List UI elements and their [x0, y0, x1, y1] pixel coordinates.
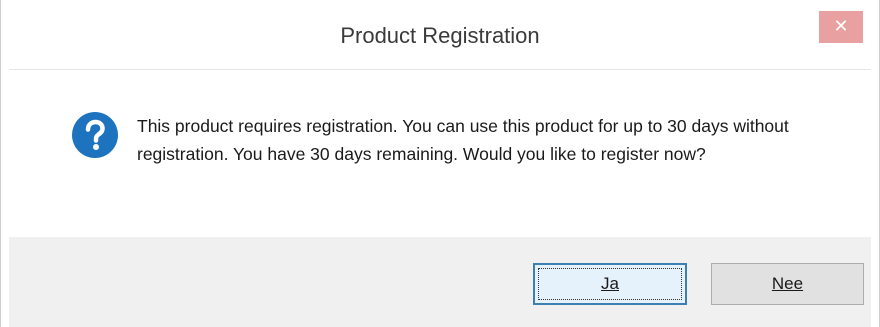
message-text: This product requires registration. You …: [137, 116, 789, 164]
focus-rectangle: [538, 268, 682, 300]
question-icon: [72, 112, 118, 158]
button-bar: Ja Nee: [9, 237, 871, 327]
no-button-label: Nee: [771, 274, 804, 293]
dialog-window: Product Registration ✕ This product requ…: [0, 0, 880, 327]
no-button[interactable]: Nee: [711, 263, 864, 305]
close-button[interactable]: ✕: [819, 11, 863, 43]
yes-button[interactable]: Ja: [533, 263, 687, 305]
close-icon: ✕: [833, 16, 849, 36]
dialog-content: This product requires registration. You …: [9, 69, 871, 238]
title-bar[interactable]: Product Registration ✕: [9, 11, 871, 69]
dialog-title: Product Registration: [340, 23, 540, 48]
